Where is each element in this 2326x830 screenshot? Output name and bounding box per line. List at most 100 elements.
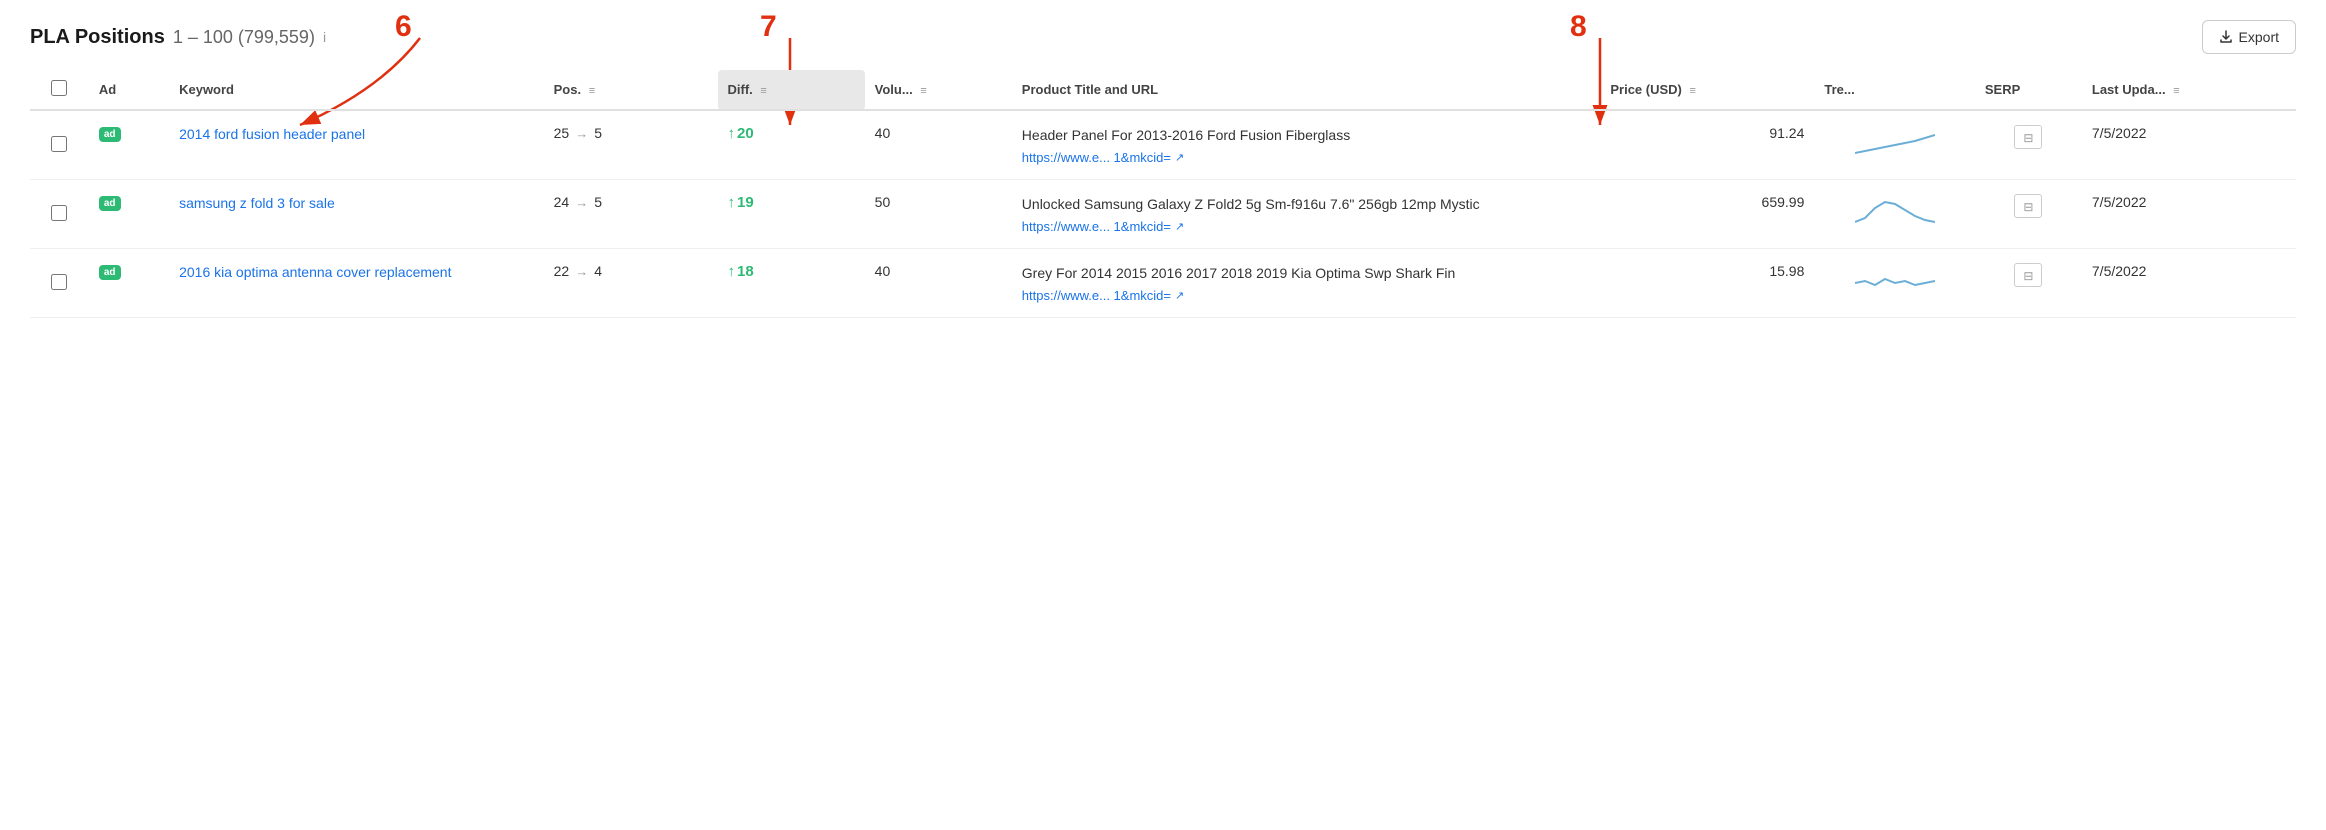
pos-filter-icon[interactable]: ≡ <box>589 85 595 97</box>
row-serp[interactable]: ⊟ <box>1975 249 2082 318</box>
date-value: 7/5/2022 <box>2092 125 2147 141</box>
keyword-link[interactable]: samsung z fold 3 for sale <box>179 195 335 211</box>
header-check[interactable] <box>30 70 89 110</box>
row-pos: 22 → 4 <box>544 249 718 318</box>
diff-up-icon: ↑ <box>728 125 736 142</box>
row-serp[interactable]: ⊟ <box>1975 180 2082 249</box>
data-table: Ad Keyword Pos. ≡ Diff. ≡ Volu... <box>30 70 2296 318</box>
header-vol[interactable]: Volu... ≡ <box>865 70 1012 110</box>
ad-badge: ad <box>99 127 121 142</box>
info-icon[interactable]: i <box>323 29 326 45</box>
diff-value: 19 <box>737 194 754 211</box>
diff-up-icon: ↑ <box>728 263 736 280</box>
export-button[interactable]: Export <box>2202 20 2296 54</box>
product-url-link[interactable]: https://www.e... 1&mkcid= ↗ <box>1022 288 1591 303</box>
row-keyword[interactable]: 2014 ford fusion header panel <box>169 110 544 180</box>
product-title: Grey For 2014 2015 2016 2017 2018 2019 K… <box>1022 263 1591 284</box>
row-pos: 24 → 5 <box>544 180 718 249</box>
row-diff: ↑ 18 <box>718 249 865 318</box>
annotation-6: 6 <box>395 10 412 44</box>
product-url-text: https://www.e... 1&mkcid= <box>1022 219 1171 234</box>
header-ad: Ad <box>89 70 169 110</box>
date-value: 7/5/2022 <box>2092 263 2147 279</box>
vol-filter-icon[interactable]: ≡ <box>920 85 926 97</box>
row-price: 659.99 <box>1600 180 1814 249</box>
row-trend <box>1814 249 1975 318</box>
header-keyword: Keyword <box>169 70 544 110</box>
table-row: ad 2014 ford fusion header panel 25 → 5 … <box>30 110 2296 180</box>
table-row: ad 2016 kia optima antenna cover replace… <box>30 249 2296 318</box>
header-updated[interactable]: Last Upda... ≡ <box>2082 70 2296 110</box>
header-trend: Tre... <box>1814 70 1975 110</box>
pos-to: 4 <box>594 263 602 279</box>
serp-icon[interactable]: ⊟ <box>2014 194 2042 218</box>
row-trend <box>1814 180 1975 249</box>
row-keyword[interactable]: 2016 kia optima antenna cover replacemen… <box>169 249 544 318</box>
row-product: Header Panel For 2013-2016 Ford Fusion F… <box>1012 110 1601 180</box>
table-row: ad samsung z fold 3 for sale 24 → 5 ↑ 19… <box>30 180 2296 249</box>
row-vol: 40 <box>865 110 1012 180</box>
header-serp: SERP <box>1975 70 2082 110</box>
pos-arrow-icon: → <box>575 126 588 141</box>
annotation-8: 8 <box>1570 10 1587 44</box>
row-price: 15.98 <box>1600 249 1814 318</box>
serp-icon[interactable]: ⊟ <box>2014 263 2042 287</box>
keyword-link[interactable]: 2014 ford fusion header panel <box>179 126 365 142</box>
pos-to: 5 <box>594 194 602 210</box>
row-keyword[interactable]: samsung z fold 3 for sale <box>169 180 544 249</box>
row-pos: 25 → 5 <box>544 110 718 180</box>
product-title: Header Panel For 2013-2016 Ford Fusion F… <box>1022 125 1591 146</box>
product-title: Unlocked Samsung Galaxy Z Fold2 5g Sm-f9… <box>1022 194 1591 215</box>
pos-from: 24 <box>554 194 570 210</box>
header-product: Product Title and URL <box>1012 70 1601 110</box>
row-checkbox[interactable] <box>51 205 67 221</box>
ad-badge: ad <box>99 196 121 211</box>
row-serp[interactable]: ⊟ <box>1975 110 2082 180</box>
date-value: 7/5/2022 <box>2092 194 2147 210</box>
row-checkbox-cell[interactable] <box>30 249 89 318</box>
diff-value: 20 <box>737 125 754 142</box>
keyword-link[interactable]: 2016 kia optima antenna cover replacemen… <box>179 264 451 280</box>
updated-filter-icon[interactable]: ≡ <box>2173 85 2179 97</box>
row-checkbox-cell[interactable] <box>30 180 89 249</box>
pos-arrow-icon: → <box>575 264 588 279</box>
row-vol: 40 <box>865 249 1012 318</box>
serp-icon[interactable]: ⊟ <box>2014 125 2042 149</box>
external-link-icon: ↗ <box>1175 220 1184 233</box>
row-checkbox[interactable] <box>51 136 67 152</box>
external-link-icon: ↗ <box>1175 289 1184 302</box>
price-value: 91.24 <box>1610 125 1804 141</box>
external-link-icon: ↗ <box>1175 151 1184 164</box>
price-value: 659.99 <box>1610 194 1804 210</box>
product-url-text: https://www.e... 1&mkcid= <box>1022 150 1171 165</box>
annotation-7: 7 <box>760 10 777 44</box>
row-date: 7/5/2022 <box>2082 180 2296 249</box>
header-diff[interactable]: Diff. ≡ <box>718 70 865 110</box>
price-value: 15.98 <box>1610 263 1804 279</box>
pos-from: 22 <box>554 263 570 279</box>
product-url-link[interactable]: https://www.e... 1&mkcid= ↗ <box>1022 150 1591 165</box>
pos-arrow-icon: → <box>575 195 588 210</box>
diff-up-icon: ↑ <box>728 194 736 211</box>
pos-from: 25 <box>554 125 570 141</box>
row-diff: ↑ 19 <box>718 180 865 249</box>
row-checkbox[interactable] <box>51 274 67 290</box>
row-checkbox-cell[interactable] <box>30 110 89 180</box>
export-label: Export <box>2239 29 2279 45</box>
price-filter-icon[interactable]: ≡ <box>1690 85 1696 97</box>
row-ad: ad <box>89 110 169 180</box>
header-price[interactable]: Price (USD) ≡ <box>1600 70 1814 110</box>
pos-to: 5 <box>594 125 602 141</box>
diff-filter-icon[interactable]: ≡ <box>760 85 766 97</box>
row-trend <box>1814 110 1975 180</box>
row-vol: 50 <box>865 180 1012 249</box>
select-all-checkbox[interactable] <box>51 80 67 96</box>
row-date: 7/5/2022 <box>2082 249 2296 318</box>
header-pos[interactable]: Pos. ≡ <box>544 70 718 110</box>
row-ad: ad <box>89 180 169 249</box>
row-product: Unlocked Samsung Galaxy Z Fold2 5g Sm-f9… <box>1012 180 1601 249</box>
vol-value: 40 <box>875 263 891 279</box>
product-url-link[interactable]: https://www.e... 1&mkcid= ↗ <box>1022 219 1591 234</box>
export-icon <box>2219 30 2233 44</box>
page-title: PLA Positions <box>30 26 165 49</box>
